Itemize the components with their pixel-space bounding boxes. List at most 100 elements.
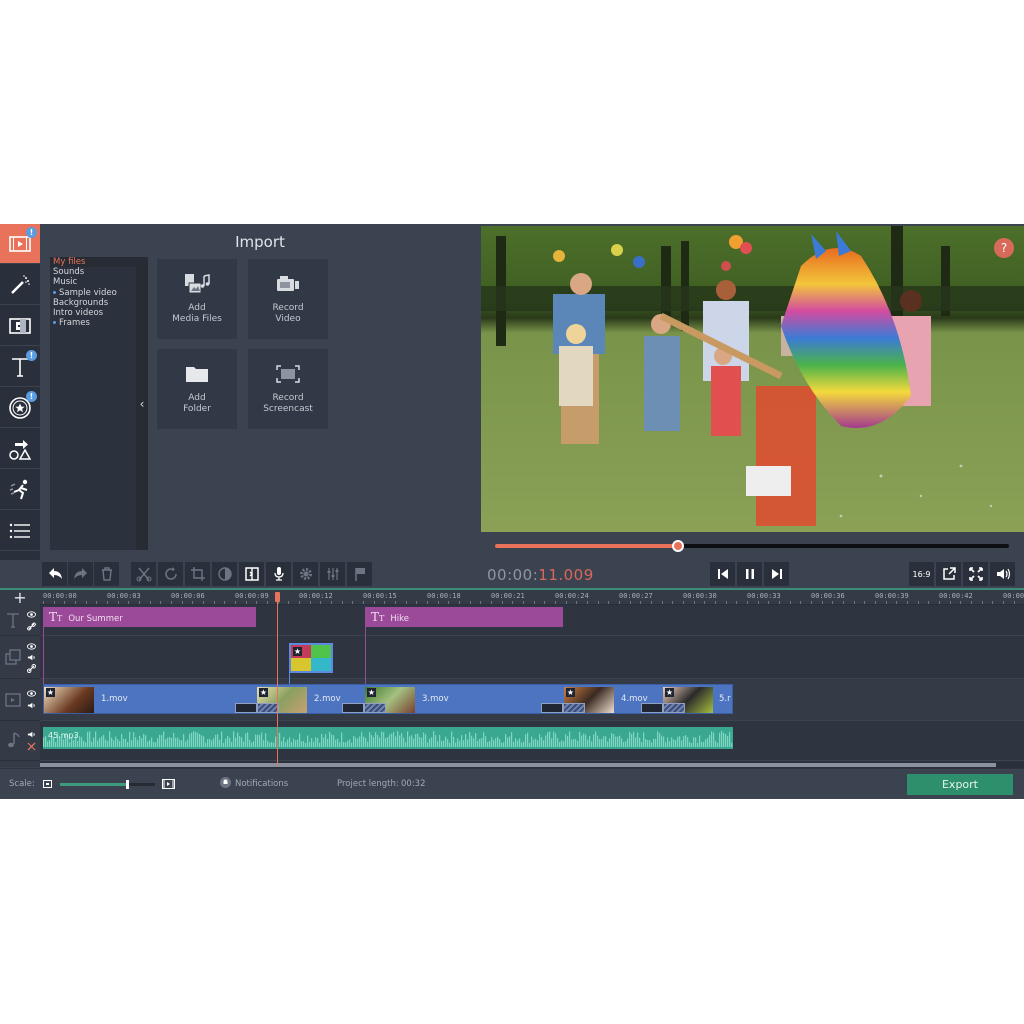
video-preview[interactable]: ? bbox=[481, 226, 1024, 532]
title-track-header bbox=[0, 605, 40, 636]
scrollbar-thumb[interactable] bbox=[40, 763, 996, 767]
ruler-tick bbox=[384, 601, 385, 604]
volume-button[interactable] bbox=[990, 562, 1015, 586]
record-video-button[interactable]: Record Video bbox=[248, 259, 328, 339]
previous-button[interactable] bbox=[710, 562, 735, 586]
waveform-bar bbox=[683, 736, 684, 747]
transition-marker[interactable] bbox=[641, 703, 685, 713]
speaker-icon[interactable] bbox=[27, 653, 36, 662]
waveform-bar bbox=[563, 741, 564, 747]
settings-button[interactable] bbox=[293, 562, 318, 586]
record-screencast-button[interactable]: Record Screencast bbox=[248, 349, 328, 429]
help-button[interactable]: ? bbox=[994, 238, 1014, 258]
eye-icon[interactable] bbox=[27, 642, 36, 651]
category-item[interactable]: Backgrounds bbox=[50, 298, 136, 308]
waveform-bar bbox=[709, 735, 710, 747]
waveform-bar bbox=[211, 740, 212, 747]
speaker-icon[interactable] bbox=[27, 701, 36, 710]
transition-marker[interactable] bbox=[235, 703, 279, 713]
link-icon[interactable] bbox=[27, 664, 36, 673]
sidebar-item-callouts[interactable] bbox=[0, 429, 40, 469]
sidebar-item-transitions[interactable] bbox=[0, 306, 40, 346]
next-button[interactable] bbox=[764, 562, 789, 586]
seek-bar[interactable] bbox=[495, 544, 1009, 548]
waveform-bar bbox=[369, 732, 370, 747]
equalizer-button[interactable] bbox=[320, 562, 345, 586]
category-item[interactable]: Intro videos bbox=[50, 308, 136, 318]
speaker-icon[interactable] bbox=[27, 730, 36, 739]
collapse-panel-button[interactable]: ‹ bbox=[136, 257, 148, 550]
video-track-header bbox=[0, 679, 40, 721]
waveform-bar bbox=[363, 737, 364, 747]
cut-button[interactable] bbox=[131, 562, 156, 586]
title-clip[interactable]: TTOur Summer bbox=[43, 607, 256, 627]
eye-icon[interactable] bbox=[27, 610, 36, 619]
gear-icon bbox=[298, 566, 314, 582]
pop-out-button[interactable] bbox=[936, 562, 961, 586]
timeline-ruler[interactable]: 00:00:0000:00:0300:00:0600:00:0900:00:12… bbox=[40, 590, 1024, 605]
category-item[interactable]: Sounds bbox=[50, 267, 136, 277]
color-adjust-button[interactable] bbox=[212, 562, 237, 586]
preview-frame-image bbox=[481, 226, 1024, 532]
waveform-bar bbox=[179, 740, 180, 747]
ruler-tick bbox=[171, 601, 172, 604]
aspect-ratio-button[interactable]: 16:9 bbox=[909, 562, 934, 586]
add-folder-button[interactable]: Add Folder bbox=[157, 349, 237, 429]
waveform-bar bbox=[593, 734, 594, 747]
record-audio-button[interactable] bbox=[266, 562, 291, 586]
waveform-bar bbox=[715, 741, 716, 747]
category-item[interactable]: Music bbox=[50, 277, 136, 287]
sidebar-item-stickers[interactable]: ! bbox=[0, 388, 40, 428]
video-clip[interactable]: ★ 1.mov bbox=[44, 685, 256, 715]
sidebar-item-import[interactable]: ! bbox=[0, 224, 40, 264]
ruler-tick-label: 00:00:39 bbox=[875, 592, 909, 600]
seek-handle[interactable] bbox=[672, 540, 684, 552]
waveform-bar bbox=[491, 737, 492, 747]
playhead[interactable] bbox=[277, 594, 278, 766]
add-track-button[interactable]: + bbox=[0, 590, 40, 605]
sidebar-item-motion[interactable] bbox=[0, 470, 40, 510]
unlink-icon[interactable] bbox=[27, 742, 36, 751]
sidebar-item-more[interactable] bbox=[0, 511, 40, 551]
add-media-files-button[interactable]: Add Media Files bbox=[157, 259, 237, 339]
video-clip[interactable]: ★ 3.mov bbox=[365, 685, 563, 715]
category-item[interactable]: My files bbox=[50, 257, 136, 267]
scale-slider[interactable] bbox=[60, 783, 155, 786]
zoom-out-icon[interactable] bbox=[43, 780, 52, 788]
waveform-bar bbox=[421, 738, 422, 747]
link-icon[interactable] bbox=[27, 622, 36, 631]
transition-marker[interactable] bbox=[342, 703, 386, 713]
sidebar-item-titles[interactable]: ! bbox=[0, 347, 40, 387]
playhead-handle[interactable] bbox=[275, 592, 280, 602]
redo-button[interactable] bbox=[68, 562, 93, 586]
rotate-button[interactable] bbox=[158, 562, 183, 586]
sidebar-item-filters[interactable] bbox=[0, 265, 40, 305]
undo-button[interactable] bbox=[42, 562, 67, 586]
category-item[interactable]: Frames bbox=[50, 318, 136, 328]
export-button[interactable]: Export bbox=[907, 774, 1013, 795]
rotate-icon bbox=[163, 566, 179, 582]
category-item[interactable]: Sample video bbox=[50, 288, 136, 298]
waveform-bar bbox=[187, 740, 188, 747]
pause-button[interactable] bbox=[737, 562, 762, 586]
transition-marker[interactable] bbox=[541, 703, 585, 713]
notifications-link[interactable]: Notifications bbox=[235, 779, 288, 789]
timeline[interactable]: TTOur Summer TTHike ★ ★ 1.mov ★ 2.mov ★ bbox=[40, 605, 1024, 767]
overlay-clip[interactable]: ★ bbox=[289, 643, 333, 673]
skip-back-icon bbox=[715, 566, 731, 582]
audio-clip[interactable]: 45.mp3 bbox=[43, 727, 733, 749]
fullscreen-button[interactable] bbox=[963, 562, 988, 586]
waveform-bar bbox=[659, 733, 660, 747]
scale-handle[interactable] bbox=[126, 780, 129, 789]
tile-label: Record Screencast bbox=[263, 393, 313, 415]
crop-button[interactable] bbox=[185, 562, 210, 586]
clip-properties-button[interactable] bbox=[239, 562, 264, 586]
ruler-tick bbox=[566, 601, 567, 604]
delete-button[interactable] bbox=[94, 562, 119, 586]
waveform-bar bbox=[573, 739, 574, 747]
zoom-in-icon[interactable] bbox=[162, 779, 175, 789]
bell-icon[interactable] bbox=[220, 777, 231, 788]
eye-icon[interactable] bbox=[27, 689, 36, 698]
title-clip[interactable]: TTHike bbox=[365, 607, 563, 627]
marker-button[interactable] bbox=[347, 562, 372, 586]
